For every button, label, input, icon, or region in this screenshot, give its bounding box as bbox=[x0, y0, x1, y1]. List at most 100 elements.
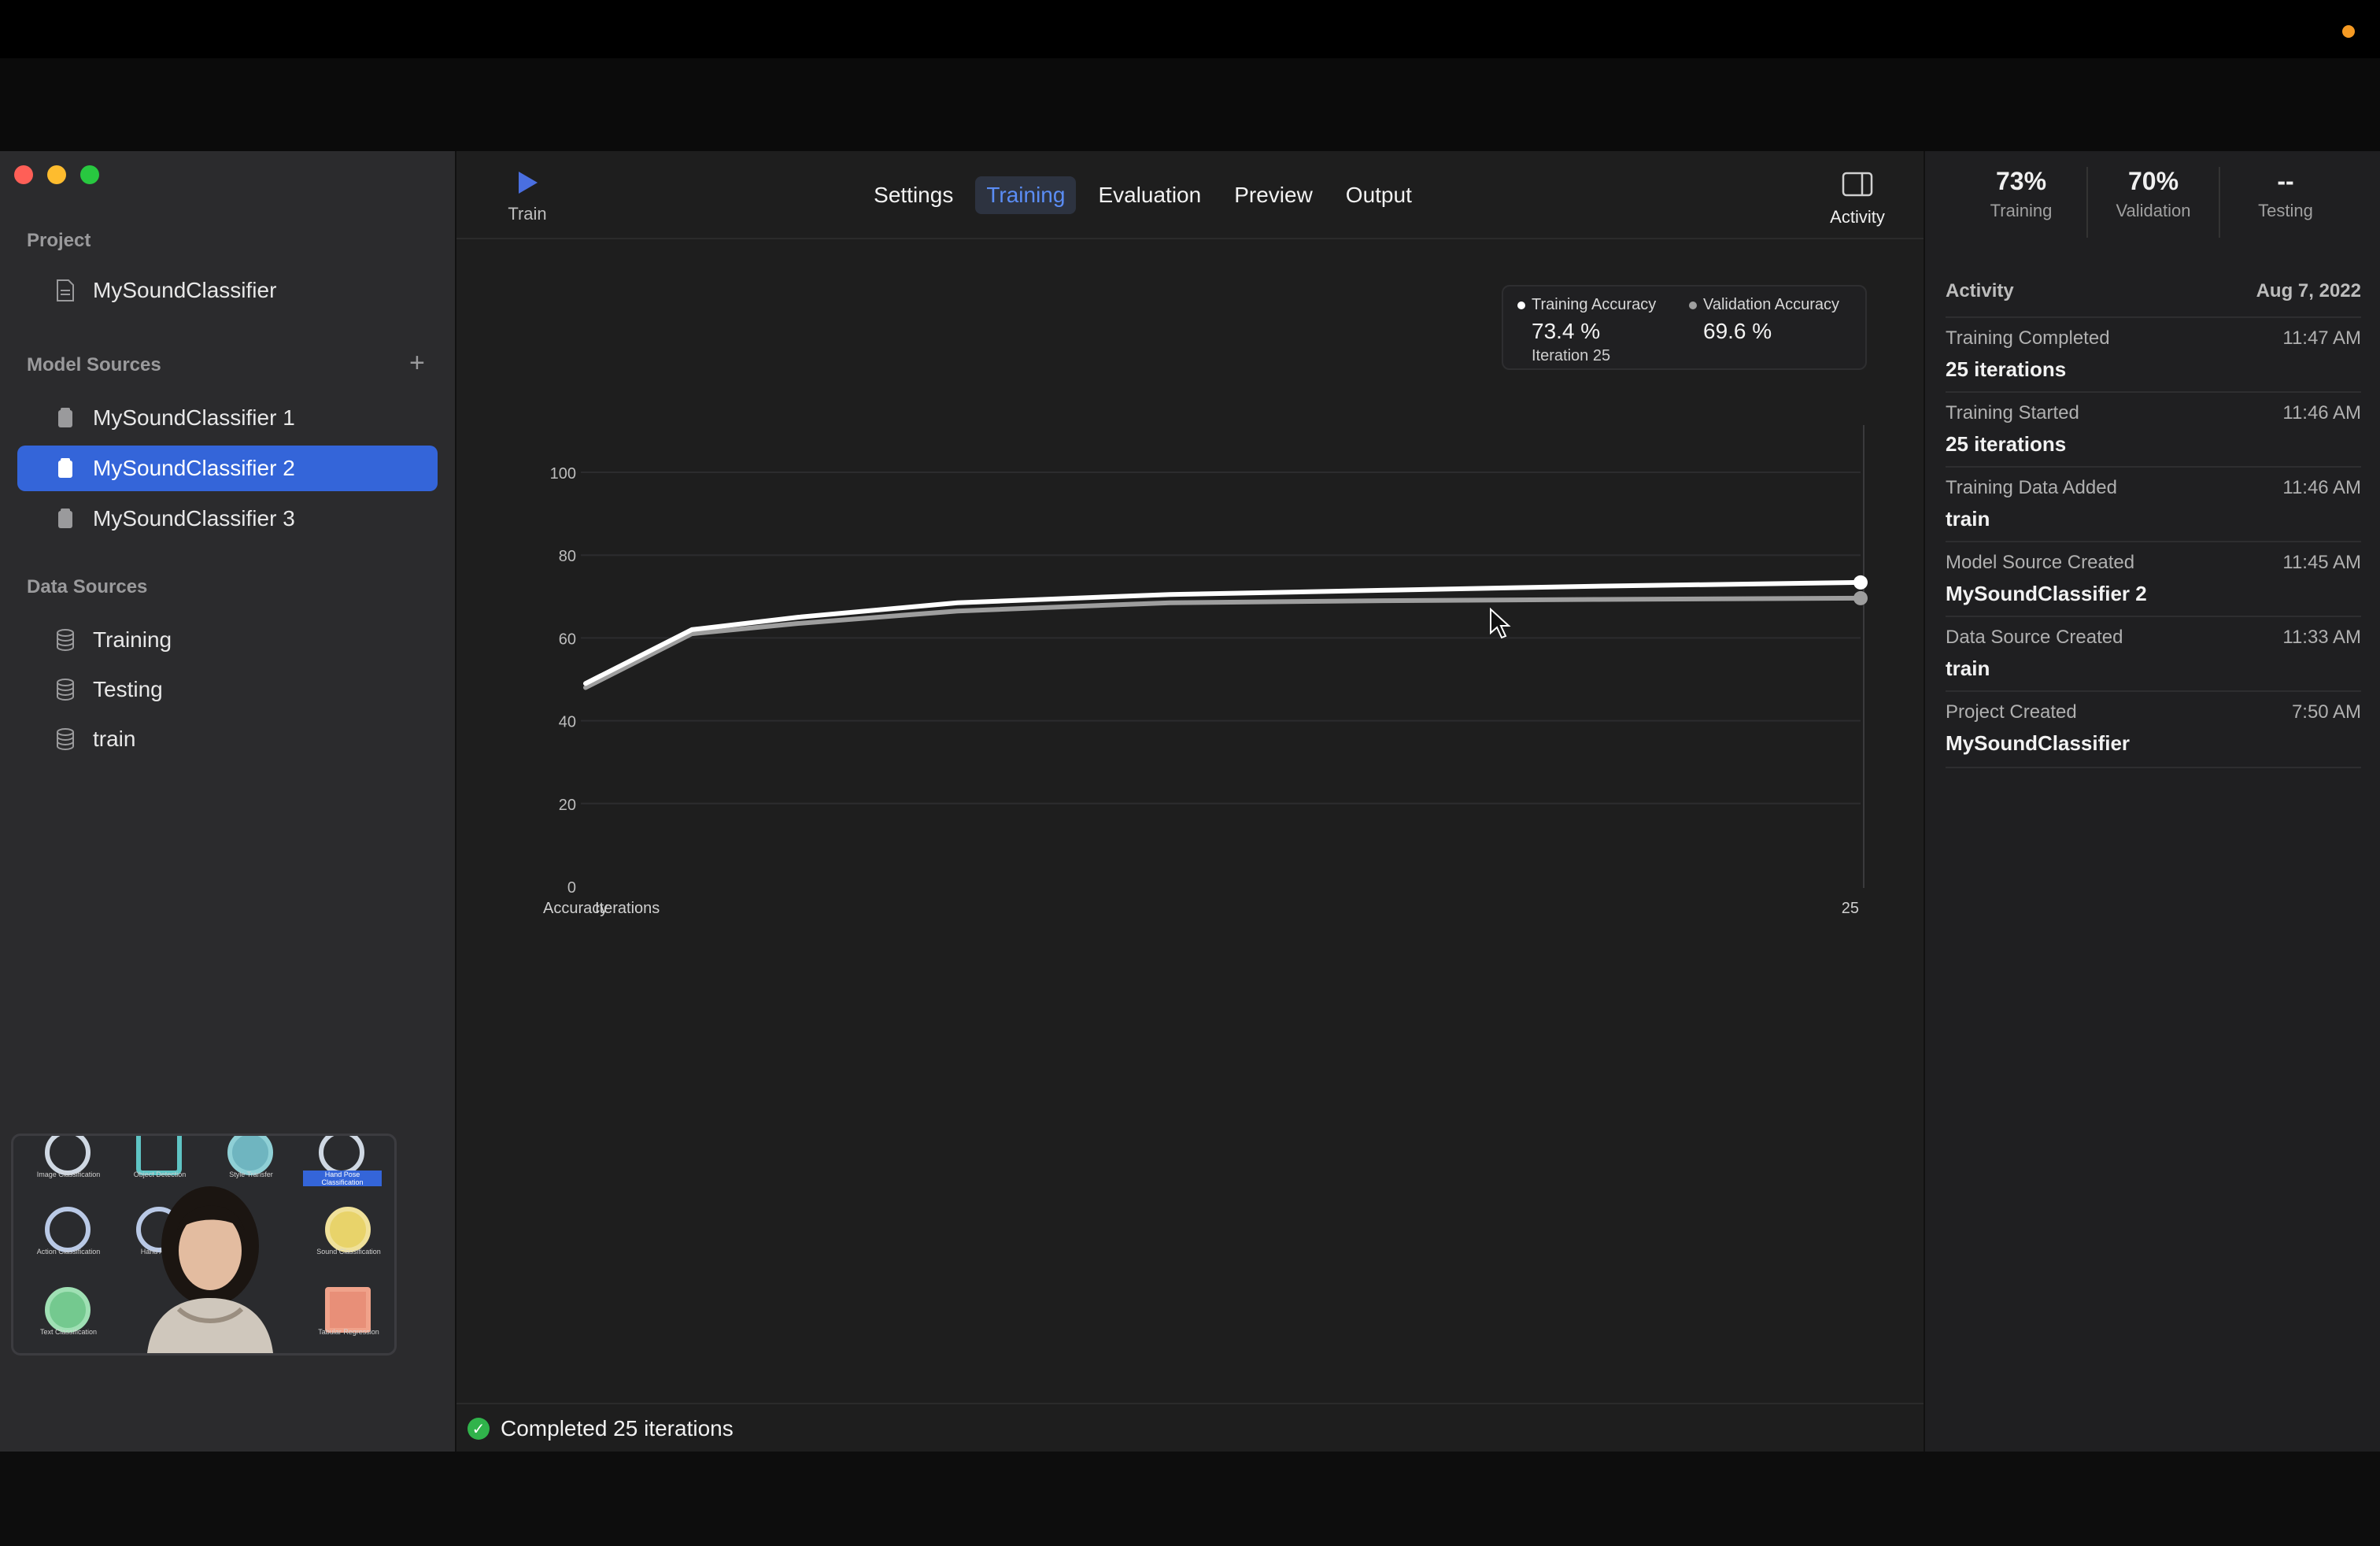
project-section-label: Project bbox=[27, 230, 91, 251]
y-tick-label: 60 bbox=[559, 631, 576, 648]
status-bar: ✓ Completed 25 iterations bbox=[456, 1403, 1924, 1452]
main-content: Train Settings Training Evaluation Previ… bbox=[456, 151, 1924, 1452]
activity-item-time: 11:45 AM bbox=[2282, 552, 2361, 573]
sidebar-item-model-1[interactable]: MySoundClassifier 1 bbox=[17, 395, 438, 441]
sidebar-item-model-3[interactable]: MySoundClassifier 3 bbox=[17, 496, 438, 542]
sidebar-item-label: Testing bbox=[93, 677, 163, 701]
pip-tile-label: Action Classification bbox=[36, 1248, 101, 1256]
add-model-source-icon[interactable]: + bbox=[409, 350, 425, 376]
zoom-window-button[interactable] bbox=[80, 165, 99, 184]
tab-settings[interactable]: Settings bbox=[863, 176, 964, 214]
window-controls bbox=[14, 165, 99, 184]
activity-title: Activity bbox=[1946, 280, 2014, 301]
database-icon bbox=[54, 727, 77, 751]
activity-item-time: 7:50 AM bbox=[2291, 701, 2361, 723]
tooltip-training-name: Training Accuracy bbox=[1532, 296, 1657, 313]
activity-item: Data Source Created 11:33 AM train bbox=[1946, 616, 2361, 681]
tab-preview[interactable]: Preview bbox=[1223, 176, 1324, 214]
tab-training[interactable]: Training bbox=[975, 176, 1077, 214]
y-tick-label: 20 bbox=[559, 797, 576, 814]
magnifier-icon bbox=[45, 1207, 91, 1252]
metric-value: 70% bbox=[2127, 167, 2179, 195]
pip-template-tile: Tabular Regression bbox=[309, 1282, 380, 1345]
database-icon bbox=[54, 628, 77, 652]
sidebar-item-label: MySoundClassifier 3 bbox=[93, 506, 295, 531]
metric-value: 73% bbox=[1995, 167, 2047, 195]
sidebar-item-data-train[interactable]: train bbox=[17, 716, 438, 762]
tooltip-validation-name: Validation Accuracy bbox=[1703, 296, 1840, 313]
y-tick-label: 0 bbox=[567, 879, 576, 897]
metric-training: 73% Training bbox=[1956, 167, 2088, 238]
tab-output[interactable]: Output bbox=[1335, 176, 1423, 214]
screen-bottom-band bbox=[0, 1452, 2380, 1546]
activity-item: Training Completed 11:47 AM 25 iterations bbox=[1946, 316, 2361, 382]
x-tick-label: 25 bbox=[1842, 900, 1859, 917]
metric-label: Testing bbox=[2258, 201, 2313, 220]
y-tick-label: 80 bbox=[559, 548, 576, 565]
activity-item-title: Training Started bbox=[1946, 402, 2079, 423]
activity-item-title: Training Data Added bbox=[1946, 477, 2117, 498]
activity-button-label: Activity bbox=[1830, 207, 1885, 227]
data-sources-section-label: Data Sources bbox=[27, 576, 148, 597]
activity-item-detail: MySoundClassifier 2 bbox=[1946, 582, 2147, 605]
sidebar-item-model-2[interactable]: MySoundClassifier 2 bbox=[17, 446, 438, 491]
tab-bar: Settings Training Evaluation Preview Out… bbox=[456, 176, 1924, 214]
activity-date: Aug 7, 2022 bbox=[2256, 280, 2361, 301]
tooltip-training-value: 73.4 % bbox=[1532, 319, 1601, 343]
model-source-icon bbox=[54, 457, 77, 480]
pip-template-tile: Hand Pose Classification bbox=[303, 1136, 382, 1188]
sidebar-item-project[interactable]: MySoundClassifier bbox=[17, 268, 438, 313]
pip-tile-label: Text Classification bbox=[39, 1328, 98, 1336]
validation-accuracy-end-point bbox=[1853, 590, 1868, 605]
tab-evaluation[interactable]: Evaluation bbox=[1087, 176, 1212, 214]
y-tick-label: 40 bbox=[559, 714, 576, 731]
checkmark-icon: ✓ bbox=[468, 1418, 490, 1440]
activity-item-detail: train bbox=[1946, 656, 1990, 680]
sidebar-item-label: MySoundClassifier 1 bbox=[93, 405, 295, 430]
activity-item: Model Source Created 11:45 AM MySoundClas… bbox=[1946, 541, 2361, 606]
training-accuracy-end-point bbox=[1853, 575, 1868, 590]
sidebar-item-label: train bbox=[93, 727, 136, 751]
pip-tile-label: Image Classification bbox=[36, 1171, 101, 1178]
mouse-pointer-icon bbox=[1490, 607, 1511, 639]
detection-icon bbox=[136, 1136, 182, 1175]
metric-label: Validation bbox=[2116, 201, 2191, 220]
sidebar-item-data-testing[interactable]: Testing bbox=[17, 667, 438, 712]
activity-item-time: 11:46 AM bbox=[2282, 402, 2361, 423]
pip-tile-label: Hand Pose Classification bbox=[303, 1171, 382, 1186]
presenter-avatar bbox=[147, 1186, 273, 1353]
metric-label: Training bbox=[1990, 201, 2053, 220]
magnifier-icon bbox=[45, 1136, 91, 1175]
activity-item-detail: train bbox=[1946, 507, 1990, 531]
activity-item-title: Data Source Created bbox=[1946, 627, 2123, 648]
chart-tooltip: Training Accuracy 73.4 % Iteration 25 Va… bbox=[1502, 285, 1867, 370]
tooltip-validation-value: 69.6 % bbox=[1703, 319, 1772, 343]
metric-testing: -- Testing bbox=[2220, 167, 2351, 238]
sidebar-item-label: MySoundClassifier 2 bbox=[93, 456, 295, 480]
activity-item: Training Started 11:46 AM 25 iterations bbox=[1946, 391, 2361, 457]
status-text: Completed 25 iterations bbox=[501, 1416, 734, 1441]
tooltip-iteration: Iteration 25 bbox=[1532, 347, 1611, 364]
sidebar-item-data-training[interactable]: Training bbox=[17, 617, 438, 663]
activity-item-detail: MySoundClassifier bbox=[1946, 731, 2131, 755]
activity-panel: 73% Training 70% Validation -- Testing A… bbox=[1924, 151, 2380, 1452]
metrics-summary: 73% Training 70% Validation -- Testing bbox=[1925, 167, 2380, 238]
sidebar-right-icon bbox=[1842, 172, 1873, 197]
minimize-window-button[interactable] bbox=[47, 165, 66, 184]
regression-icon bbox=[325, 1287, 371, 1333]
close-window-button[interactable] bbox=[14, 165, 33, 184]
sound-icon bbox=[325, 1207, 371, 1252]
magnifier-icon bbox=[319, 1136, 364, 1175]
activity-item-title: Training Completed bbox=[1946, 327, 2110, 349]
activity-toggle-button[interactable]: Activity bbox=[1818, 172, 1897, 227]
pip-template-tile: Text Classification bbox=[29, 1282, 100, 1345]
pip-template-tile: Sound Classification bbox=[309, 1202, 381, 1265]
activity-item: Project Created 7:50 AM MySoundClassifier bbox=[1946, 690, 2361, 768]
pip-template-tile: Action Classification bbox=[29, 1202, 100, 1265]
y-tick-label: 100 bbox=[550, 465, 576, 483]
tooltip-validation: Validation Accuracy 69.6 % bbox=[1689, 296, 1839, 344]
activity-item-time: 11:33 AM bbox=[2282, 627, 2361, 648]
pip-tile-label: Sound Classification bbox=[316, 1248, 381, 1256]
screen-top-band bbox=[0, 58, 2380, 151]
training-chart-area: 0 20 40 60 80 100 Accuracy Iterations 25 Trainin… bbox=[456, 238, 1924, 946]
